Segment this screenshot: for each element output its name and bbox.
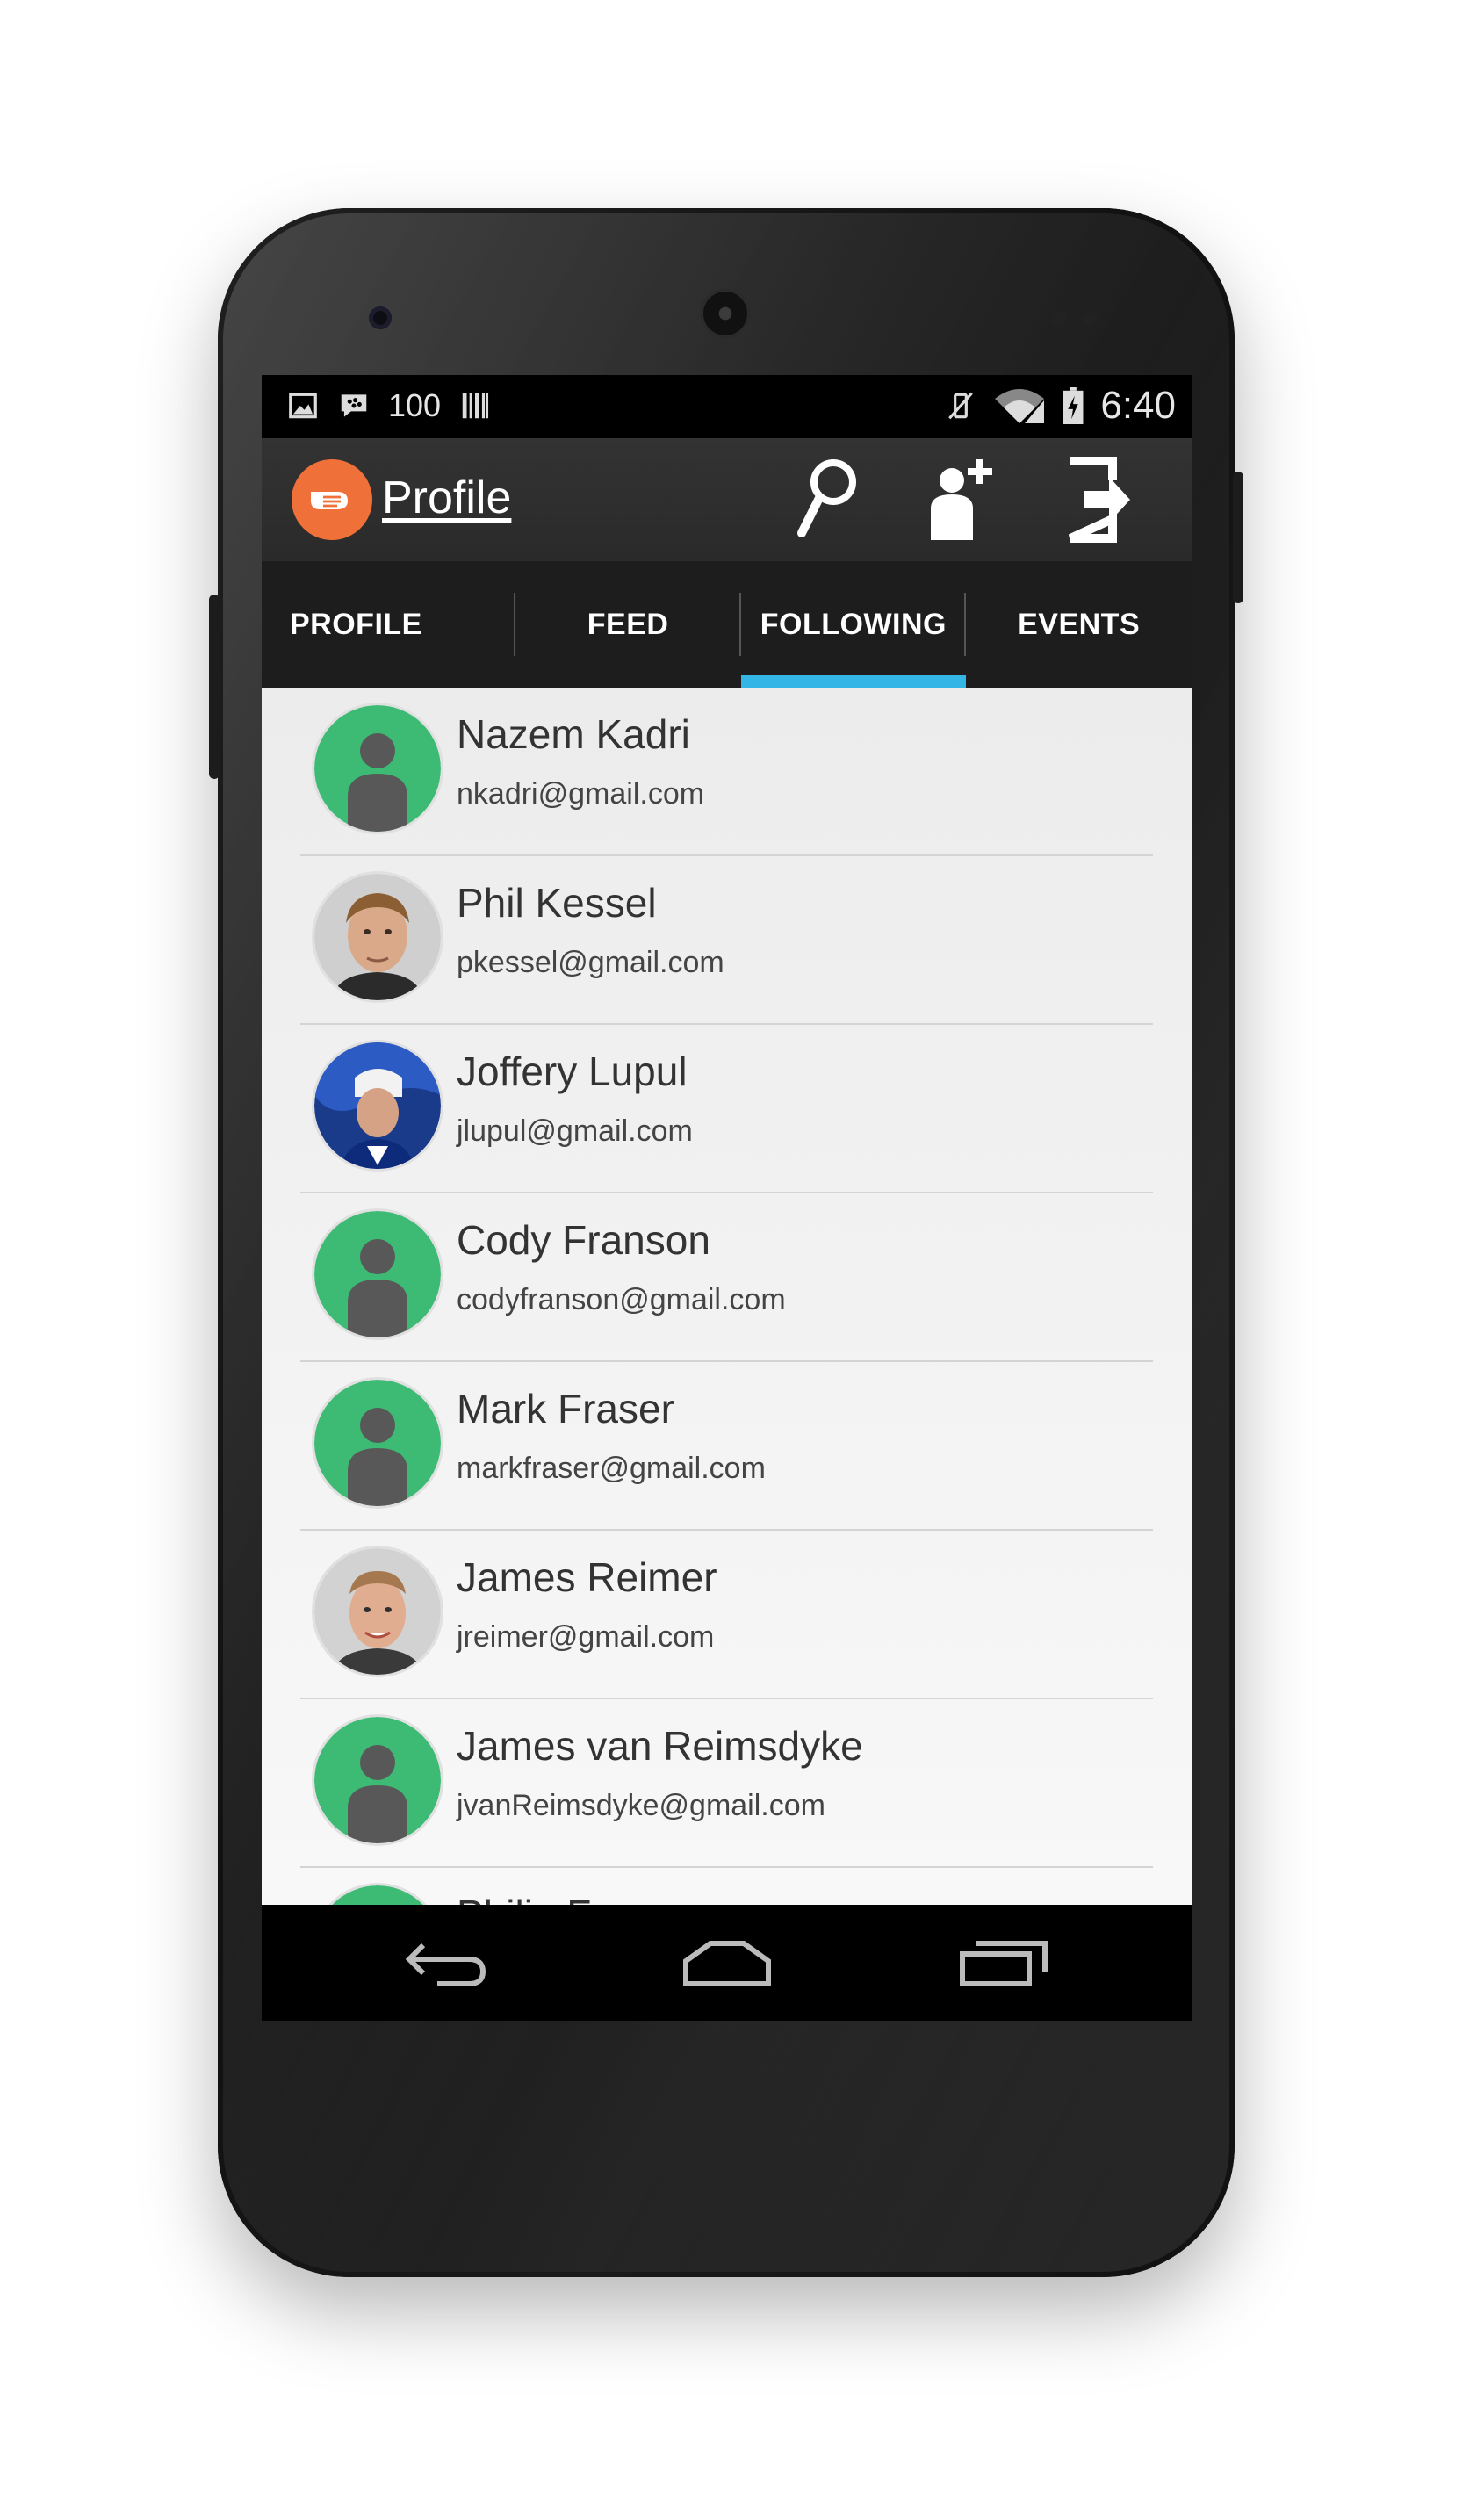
- wifi-signal-icon: [995, 389, 1045, 423]
- barcode-icon: [462, 393, 489, 419]
- contact-name: Cody Franson: [457, 1217, 710, 1263]
- earpiece-speaker: [701, 289, 750, 338]
- contact-name: Nazem Kadri: [457, 711, 690, 757]
- battery-icon: [1063, 387, 1084, 424]
- selected-tab-indicator: [740, 675, 967, 688]
- volume-button: [1233, 472, 1243, 603]
- default-avatar-icon: [314, 1211, 441, 1337]
- list-item[interactable]: Phil Kessel pkessel@gmail.com: [262, 856, 1192, 1025]
- recent-apps-button[interactable]: [951, 1928, 1056, 1998]
- tab-profile-label: PROFILE: [290, 607, 422, 641]
- gallery-icon: [289, 393, 317, 419]
- app-logo-icon[interactable]: [292, 459, 372, 540]
- list-item[interactable]: Philip F...: [262, 1868, 1192, 1905]
- recent-apps-icon: [960, 1941, 1048, 1986]
- tab-following[interactable]: FOLLOWING: [740, 561, 967, 688]
- profile-photo: [314, 1042, 441, 1169]
- tab-feed[interactable]: FEED: [515, 561, 741, 688]
- contact-email: pkessel@gmail.com: [457, 946, 724, 979]
- following-list[interactable]: Nazem Kadri nkadri@gmail.com Phil Kessel…: [262, 688, 1192, 1905]
- tab-events-label: EVENTS: [1018, 607, 1141, 641]
- default-avatar-icon: [314, 1885, 441, 1905]
- tab-profile[interactable]: PROFILE: [262, 561, 515, 688]
- profile-photo: [314, 1548, 441, 1675]
- contact-email: nkadri@gmail.com: [457, 777, 705, 811]
- clock: 6:40: [1100, 384, 1176, 427]
- page-title[interactable]: Profile: [382, 472, 511, 524]
- light-sensor: [1083, 312, 1097, 326]
- tab-following-label: FOLLOWING: [760, 607, 947, 641]
- contact-name: Philip F...: [457, 1891, 621, 1905]
- back-button[interactable]: [393, 1928, 499, 1998]
- action-bar: Profile: [262, 438, 1192, 561]
- contact-name: James Reimer: [457, 1554, 717, 1600]
- home-button[interactable]: [674, 1928, 780, 1998]
- default-avatar-icon: [314, 1717, 441, 1843]
- tab-events[interactable]: EVENTS: [966, 561, 1192, 688]
- contact-name: Mark Fraser: [457, 1386, 674, 1431]
- profile-photo: [314, 874, 441, 1000]
- vibrate-off-icon: [948, 392, 974, 420]
- add-user-button[interactable]: [916, 456, 1004, 544]
- add-user-icon: [931, 459, 992, 540]
- search-icon: [797, 459, 856, 537]
- list-item[interactable]: Mark Fraser markfraser@gmail.com: [262, 1362, 1192, 1531]
- proximity-sensor: [1052, 312, 1066, 326]
- logout-button[interactable]: [1055, 456, 1142, 544]
- power-button: [209, 595, 220, 779]
- list-item[interactable]: Cody Franson codyfranson@gmail.com: [262, 1193, 1192, 1362]
- front-camera: [369, 306, 392, 329]
- search-button[interactable]: [782, 456, 870, 544]
- bbm-icon: [341, 394, 367, 417]
- home-icon: [683, 1941, 771, 1986]
- back-icon: [405, 1943, 486, 1986]
- contact-email: codyfranson@gmail.com: [457, 1283, 786, 1316]
- contact-name: Joffery Lupul: [457, 1049, 688, 1094]
- logout-icon: [1068, 457, 1130, 543]
- list-item[interactable]: Nazem Kadri nkadri@gmail.com: [262, 688, 1192, 856]
- list-item[interactable]: James van Reimsdyke jvanReimsdyke@gmail.…: [262, 1699, 1192, 1868]
- default-avatar-icon: [314, 705, 441, 832]
- contact-email: jreimer@gmail.com: [457, 1620, 715, 1654]
- list-item[interactable]: James Reimer jreimer@gmail.com: [262, 1531, 1192, 1699]
- tab-bar: PROFILE FEED FOLLOWING EVENTS: [262, 561, 1192, 688]
- contact-email: jvanReimsdyke@gmail.com: [457, 1789, 825, 1822]
- contact-email: jlupul@gmail.com: [457, 1114, 693, 1148]
- screen: 100 6:40 Profile PROFILE FEED FOLLOWING …: [262, 375, 1192, 2021]
- system-nav-bar: [262, 1905, 1192, 2021]
- status-bar: 100 6:40: [262, 375, 1192, 438]
- default-avatar-icon: [314, 1380, 441, 1506]
- notification-count: 100: [388, 387, 442, 423]
- contact-name: Phil Kessel: [457, 880, 657, 926]
- contact-email: markfraser@gmail.com: [457, 1452, 766, 1485]
- phone-frame: 100 6:40 Profile PROFILE FEED FOLLOWING …: [209, 208, 1243, 2277]
- tab-feed-label: FEED: [587, 607, 669, 641]
- list-item[interactable]: Joffery Lupul jlupul@gmail.com: [262, 1025, 1192, 1193]
- contact-name: James van Reimsdyke: [457, 1723, 863, 1769]
